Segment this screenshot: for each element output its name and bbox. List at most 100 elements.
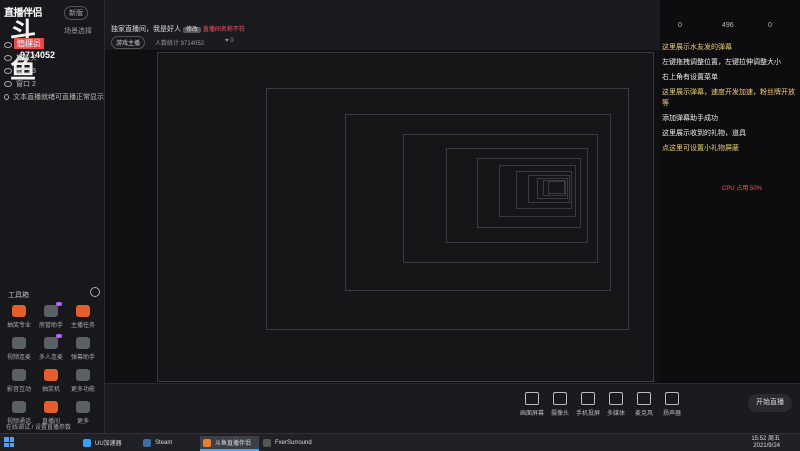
new-badge (56, 334, 62, 338)
bottom-toolbar: 画面屏幕 摄像头 手机投屏 多媒体 麦克风 扬声器 开始直播 (105, 383, 800, 434)
tool-item[interactable]: 多人连麦 (36, 334, 66, 361)
tool-item[interactable]: 视频连麦 (4, 337, 34, 361)
tools-grid: 抽奖专业 房管助手 主播任务 视频连麦 多人连麦 弹幕助手 影音互动 抽奖机 更多功能 视频通话直… (4, 302, 100, 425)
tool-label: 视频连麦 (6, 355, 31, 361)
tool-item[interactable]: 影音互动 (4, 369, 34, 393)
notify-text: 在线调试 / 设置直播参数 (6, 425, 72, 431)
tool-item[interactable]: 更多 (68, 401, 98, 425)
left-sidebar: 直播伴侣 斗鱼 管理员 9714052 新版 场景选择 场景一 摄像头 窗口 3 窗口… (0, 0, 105, 433)
stream-title[interactable]: 独家直播间，我是好人 (111, 26, 181, 33)
tools-header: 工具箱 (8, 292, 29, 299)
scene-item[interactable]: 窗口 3 (4, 64, 104, 77)
app-label: Steam (155, 439, 173, 446)
live-title: 独家直播间，我是好人 修改 直播间名称不符 (111, 24, 245, 34)
scene-header: 场景选择 (64, 28, 92, 35)
likes-count: ♥ 0 (225, 38, 234, 44)
tool-item[interactable]: 抽奖机 (36, 369, 66, 393)
phone-icon (12, 401, 26, 413)
phone-cast-icon (581, 392, 595, 405)
media-icon (609, 392, 623, 405)
mirror-frame (547, 181, 566, 194)
scene-item[interactable]: 窗口 2 (4, 77, 104, 90)
speaker-icon (665, 392, 679, 405)
likes-value: 0 (230, 38, 234, 44)
chat-message: 这里展示弹幕，速度开发加速，粉丝牌开放等 (662, 89, 795, 107)
play-icon (12, 369, 26, 381)
taskbar-app[interactable]: FxerSurround (260, 436, 319, 449)
mic-icon (637, 392, 651, 405)
version-badge[interactable]: 新版 (64, 6, 88, 20)
scene-item[interactable]: 摄像头 (4, 51, 104, 64)
eye-icon[interactable] (4, 54, 12, 61)
gear-icon[interactable] (90, 287, 100, 297)
scene-label: 窗口 3 (16, 67, 36, 75)
tool-item[interactable]: 房管助手 (36, 302, 66, 329)
start-stream-button[interactable]: 开始直播 (748, 394, 792, 412)
scene-item[interactable]: 场景一 (4, 38, 104, 51)
home-icon (44, 401, 58, 413)
tool-item[interactable]: 弹幕助手 (68, 337, 98, 361)
stat-gift: 0 (678, 22, 682, 29)
tool-item[interactable]: 抽奖专业 (4, 305, 34, 329)
chat-message: 点这里可设置小礼物屏蔽 (662, 145, 739, 152)
app-label: UU加速器 (95, 441, 122, 447)
app-icon (143, 438, 151, 447)
clock: 15:52 周五 2021/9/24 (751, 436, 780, 450)
scene-label: 摄像头 (16, 54, 37, 62)
top-bar: 独家直播间，我是好人 修改 直播间名称不符 游戏主播 人数统计 9714052 … (105, 0, 660, 50)
more-icon (76, 401, 90, 413)
windows-start-icon[interactable] (4, 437, 14, 447)
edit-title-button[interactable]: 修改 (182, 27, 201, 33)
category-chip[interactable]: 游戏主播 (111, 36, 146, 49)
taskbar-app[interactable]: Steam (140, 436, 199, 449)
people-icon (44, 302, 62, 317)
tool-label: 影音互动 (6, 387, 31, 393)
box-icon (44, 369, 58, 381)
scene-item[interactable]: 文本直播就绪可直播正常显示 (4, 90, 104, 103)
stat-fans: 496 (722, 22, 734, 29)
taskbar-app[interactable]: UU加速器 (80, 436, 139, 449)
tool-label: 弹幕助手 (70, 355, 95, 361)
chat-message: 添加弹幕助手成功 (662, 115, 718, 122)
tool-label: 更多功能 (70, 387, 95, 393)
tool-label: 抽奖专业 (6, 323, 31, 329)
chat-message: 这里展示收到的礼物，道具 (662, 130, 746, 137)
eye-icon[interactable] (4, 67, 12, 74)
toolbar-label: 扬声器 (662, 411, 681, 417)
clock-time: 15:52 周五 (751, 436, 780, 442)
camera-icon (553, 392, 567, 405)
tool-item[interactable]: 更多功能 (68, 369, 98, 393)
eye-icon[interactable] (4, 80, 12, 87)
cpu-usage: CPU 占用 50% (722, 186, 763, 192)
gift-icon (12, 305, 26, 317)
taskbar-app[interactable]: 斗鱼直播伴侣 (200, 436, 259, 451)
stream-preview[interactable] (105, 50, 660, 383)
eye-icon[interactable] (4, 41, 12, 48)
scene-label: 文本直播就绪可直播正常显示 (13, 93, 104, 101)
chat-icon (76, 337, 90, 349)
windows-taskbar: UU加速器 Steam 斗鱼直播伴侣 FxerSurround 15:52 周五 20… (0, 433, 800, 451)
eye-icon[interactable] (4, 93, 9, 100)
chat-list: 这里展示水友发的弹幕左键拖拽调整位置，左键拉伸调整大小 右上角有设置菜单这里展示弹… (660, 42, 800, 158)
toolbar-button[interactable]: 扬声器 (655, 392, 689, 417)
app-icon (263, 438, 271, 447)
mic-icon (44, 334, 62, 349)
chat-message: 左键拖拽调整位置，左键拉伸调整大小 (662, 59, 781, 66)
stat-rank: 0 (768, 22, 772, 29)
chat-message: 右上角有设置菜单 (662, 74, 718, 81)
tool-label: 多人连麦 (38, 355, 63, 361)
scene-list: 场景一摄像头窗口 3 窗口 2 文本直播就绪可直播正常显示 (4, 38, 104, 103)
new-badge (56, 302, 62, 306)
app-label: 斗鱼直播伴侣 (215, 441, 252, 447)
tool-label: 房管助手 (38, 323, 63, 329)
scene-label: 场景一 (16, 41, 37, 49)
video-icon (12, 337, 26, 349)
flag-icon (76, 305, 90, 317)
grid-icon (76, 369, 90, 381)
title-warning: 直播间名称不符 (202, 27, 245, 33)
tool-label: 更多 (76, 419, 89, 425)
chat-message: 这里展示水友发的弹幕 (662, 44, 732, 51)
tool-item[interactable]: 主播任务 (68, 305, 98, 329)
tool-label: 抽奖机 (41, 387, 60, 393)
app-label: FxerSurround (275, 439, 312, 446)
